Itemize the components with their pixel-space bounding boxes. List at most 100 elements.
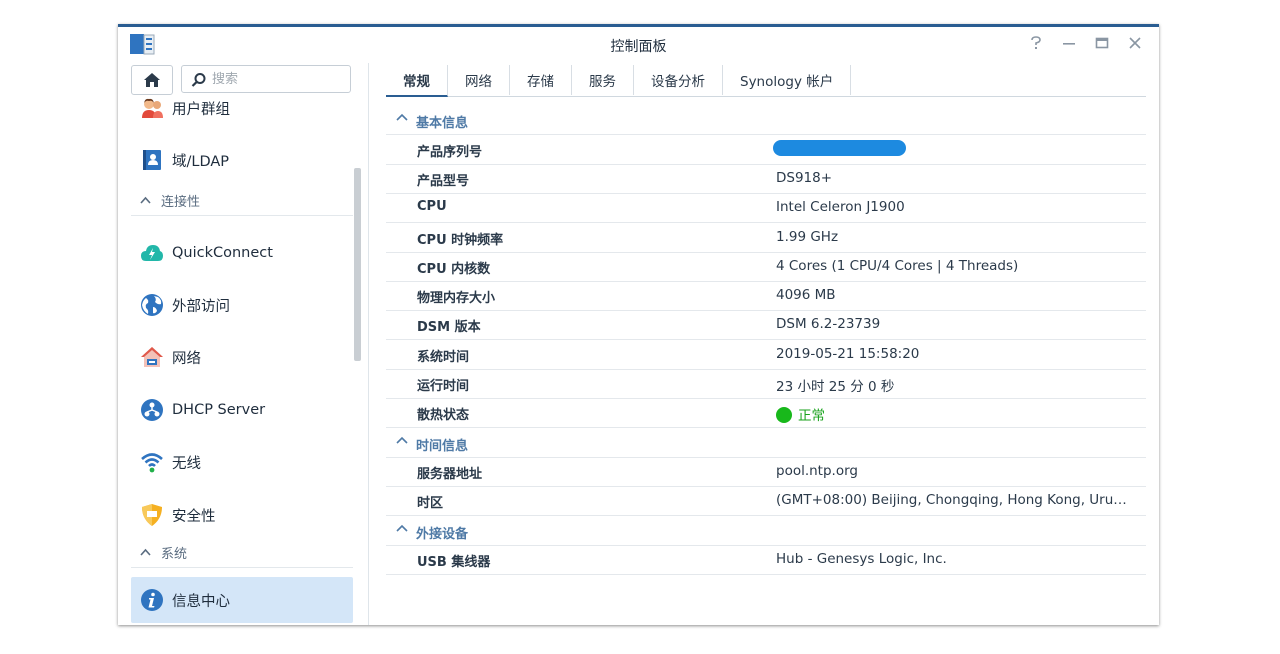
chevron-up-icon	[396, 434, 408, 447]
maximize-button[interactable]	[1092, 33, 1112, 53]
row-value: pool.ntp.org	[776, 463, 858, 479]
sidebar-item-network[interactable]: 网络	[131, 334, 353, 380]
row-key: 系统时间	[417, 350, 470, 365]
tab-general[interactable]: 常规	[386, 65, 448, 97]
sidebar-item-quickconnect[interactable]: QuickConnect	[131, 230, 353, 276]
sidebar-item-label: 安全性	[172, 508, 216, 525]
tab-device-analytics[interactable]: 设备分析	[634, 65, 723, 95]
chevron-up-icon	[396, 111, 408, 124]
row-key: 时区	[417, 496, 444, 511]
row-value: Hub - Genesys Logic, Inc.	[776, 551, 947, 567]
row-key: CPU 时钟频率	[417, 233, 504, 248]
help-icon	[1031, 36, 1041, 49]
group-header-external-devices[interactable]: 外接设备	[386, 516, 1146, 546]
sidebar-item-label: DHCP Server	[172, 402, 266, 418]
sidebar-item-info-center[interactable]: 信息中心	[131, 577, 353, 623]
sidebar-item-label: 外部访问	[172, 298, 230, 315]
tab-bar: 常规 网络 存储 服务 设备分析 Synology 帐户	[386, 63, 1146, 97]
maximize-icon	[1095, 37, 1109, 49]
row-value: Intel Celeron J1900	[776, 199, 905, 215]
tab-network[interactable]: 网络	[448, 65, 510, 95]
row-key: 物理内存大小	[417, 291, 496, 306]
info-icon	[140, 588, 164, 612]
table-row: 时区 (GMT+08:00) Beijing, Chongqing, Hong …	[386, 486, 1146, 516]
table-row: CPU 时钟频率 1.99 GHz	[386, 223, 1146, 253]
close-button[interactable]	[1125, 33, 1145, 53]
table-row: 产品型号 DS918+	[386, 164, 1146, 194]
row-value: 23 小时 25 分 0 秒	[776, 379, 895, 395]
group-header-basic-info[interactable]: 基本信息	[386, 105, 1146, 135]
sidebar-item-security[interactable]: 安全性	[131, 492, 353, 538]
sidebar-item-label: 信息中心	[172, 593, 230, 610]
sidebar-scrollbar[interactable]	[354, 168, 361, 361]
row-key: USB 集线器	[417, 555, 491, 570]
row-value: 4096 MB	[776, 287, 836, 303]
tab-storage[interactable]: 存储	[510, 65, 572, 95]
group-title: 基本信息	[416, 116, 469, 131]
dhcp-icon	[140, 398, 164, 422]
table-row: USB 集线器 Hub - Genesys Logic, Inc.	[386, 545, 1146, 575]
sidebar-item-dhcp[interactable]: DHCP Server	[131, 387, 353, 433]
main-panel: 常规 网络 存储 服务 设备分析 Synology 帐户 基本信息 产品序列号 …	[386, 63, 1146, 625]
row-value: 1.99 GHz	[776, 229, 839, 245]
section-label: 系统	[161, 546, 188, 562]
title-bar[interactable]: 控制面板	[118, 27, 1159, 63]
sidebar-item-external-access[interactable]: 外部访问	[131, 282, 353, 328]
row-value: (GMT+08:00) Beijing, Chongqing, Hong Kon…	[776, 492, 1127, 508]
quickconnect-icon	[140, 241, 164, 265]
group-title: 外接设备	[416, 527, 469, 542]
group-title: 时间信息	[416, 439, 469, 454]
ldap-icon	[140, 148, 164, 172]
row-key: 产品型号	[417, 174, 470, 189]
row-key: DSM 版本	[417, 320, 481, 335]
row-key: CPU	[417, 199, 447, 214]
minimize-button[interactable]	[1059, 33, 1079, 53]
table-row: 服务器地址 pool.ntp.org	[386, 457, 1146, 487]
table-row: CPU Intel Celeron J1900	[386, 193, 1146, 223]
row-key: CPU 内核数	[417, 262, 491, 277]
chevron-up-icon	[396, 522, 408, 535]
section-label: 连接性	[161, 194, 201, 210]
sidebar-item-label: 网络	[172, 350, 201, 367]
table-row: 系统时间 2019-05-21 15:58:20	[386, 340, 1146, 370]
row-key: 产品序列号	[417, 145, 483, 160]
row-value: DS918+	[776, 170, 833, 186]
thermal-status: 正常	[776, 404, 825, 424]
sidebar: 用户群组 域/LDAP 连接性 QuickConnect	[118, 63, 369, 625]
table-row: CPU 内核数 4 Cores (1 CPU/4 Cores | 4 Threa…	[386, 252, 1146, 282]
group-header-time-info[interactable]: 时间信息	[386, 428, 1146, 458]
window-title: 控制面板	[610, 39, 667, 55]
sidebar-item-label: 无线	[172, 455, 201, 472]
users-icon	[140, 96, 164, 120]
row-value: DSM 6.2-23739	[776, 316, 881, 332]
shield-icon	[140, 503, 164, 527]
sidebar-item-ldap[interactable]: 域/LDAP	[131, 137, 353, 183]
sidebar-item-users[interactable]: 用户群组	[131, 85, 353, 131]
status-text: 正常	[798, 408, 825, 424]
help-button[interactable]	[1026, 33, 1046, 53]
row-value: 2019-05-21 15:58:20	[776, 346, 920, 362]
status-ok-dot	[776, 407, 792, 423]
sidebar-item-label: QuickConnect	[172, 245, 273, 261]
control-panel-window: 控制面板 搜索 用户群组 域/LDAP 连接性 QuickConnect 外部访…	[118, 24, 1159, 625]
table-row: 运行时间 23 小时 25 分 0 秒	[386, 369, 1146, 399]
house-network-icon	[140, 345, 164, 369]
section-connectivity[interactable]: 连接性	[131, 185, 353, 216]
globe-icon	[140, 293, 164, 317]
row-key: 散热状态	[417, 408, 470, 423]
row-value: 4 Cores (1 CPU/4 Cores | 4 Threads)	[776, 258, 1019, 274]
sidebar-item-label: 用户群组	[172, 101, 230, 118]
table-row: 散热状态 正常	[386, 398, 1146, 428]
chevron-up-icon	[140, 194, 151, 207]
table-row: 产品序列号	[386, 135, 1146, 165]
table-row: 物理内存大小 4096 MB	[386, 281, 1146, 311]
tab-synology-account[interactable]: Synology 帐户	[723, 65, 852, 95]
chevron-up-icon	[140, 546, 151, 559]
table-row: DSM 版本 DSM 6.2-23739	[386, 310, 1146, 340]
row-key: 运行时间	[417, 379, 470, 394]
tab-service[interactable]: 服务	[572, 65, 634, 95]
section-system[interactable]: 系统	[131, 537, 353, 568]
close-icon	[1129, 37, 1141, 49]
sidebar-item-wireless[interactable]: 无线	[131, 439, 353, 485]
redacted-serial-number	[773, 140, 906, 156]
